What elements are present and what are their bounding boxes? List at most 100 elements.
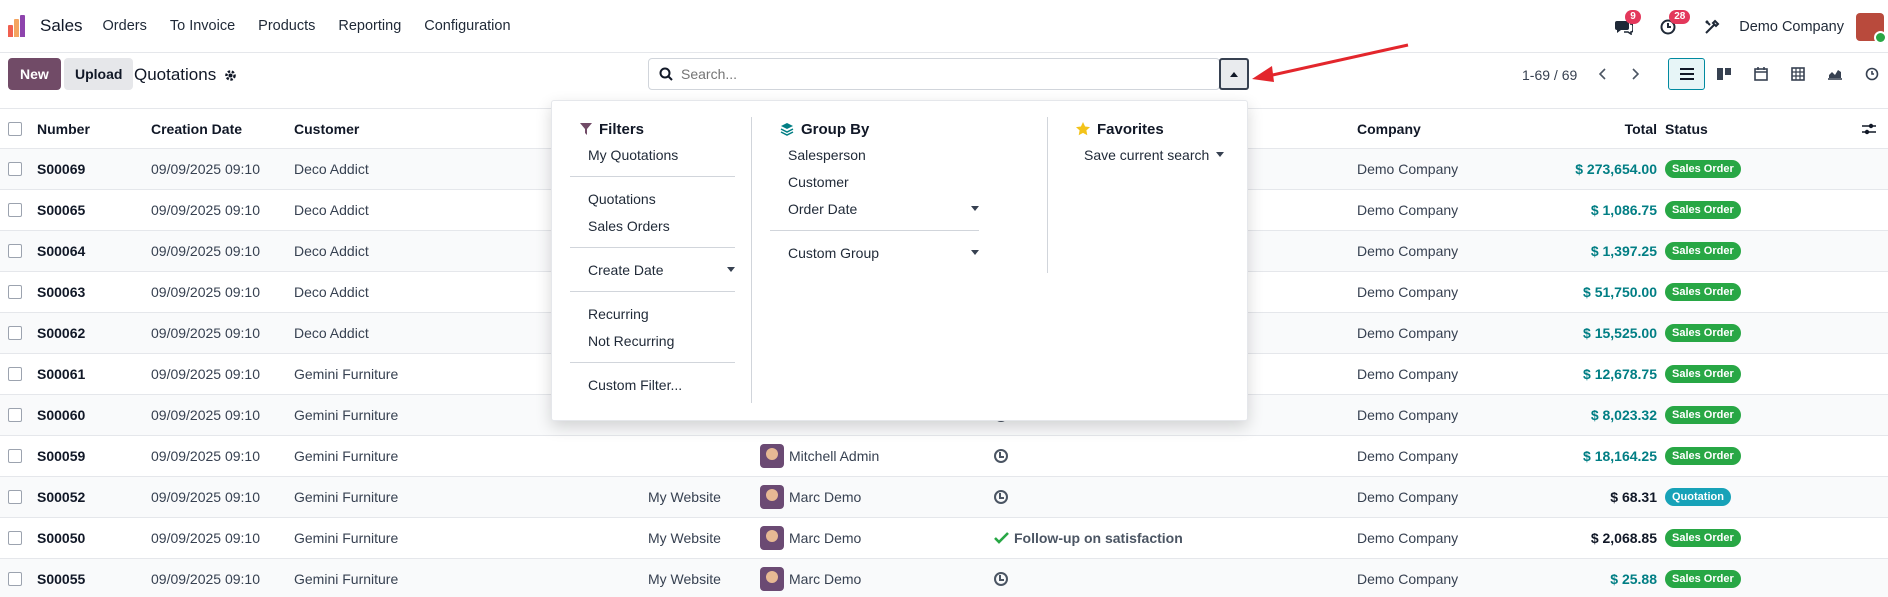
col-total[interactable]: Total bbox=[1560, 109, 1657, 149]
filter-not-recurring[interactable]: Not Recurring bbox=[588, 327, 735, 354]
gear-icon[interactable] bbox=[224, 69, 237, 82]
save-current-search-label: Save current search bbox=[1084, 146, 1210, 163]
row-checkbox[interactable] bbox=[8, 449, 22, 463]
view-kanban-button[interactable] bbox=[1705, 58, 1742, 90]
pager-next[interactable] bbox=[1624, 63, 1646, 85]
col-company[interactable]: Company bbox=[1357, 109, 1421, 149]
pager-previous[interactable] bbox=[1592, 63, 1614, 85]
col-creation-date[interactable]: Creation Date bbox=[151, 109, 242, 149]
customer-name: Deco Addict bbox=[294, 284, 369, 300]
star-icon bbox=[1076, 122, 1090, 136]
user-avatar[interactable] bbox=[1856, 12, 1887, 44]
company-name: Demo Company bbox=[1357, 243, 1459, 259]
customer-name: Deco Addict bbox=[294, 325, 369, 341]
status-badge: Quotation bbox=[1665, 488, 1731, 506]
sales-app-icon[interactable] bbox=[8, 15, 30, 37]
new-button[interactable]: New bbox=[8, 58, 61, 90]
col-number[interactable]: Number bbox=[37, 109, 90, 149]
table-row[interactable]: S00050 09/09/2025 09:10 Gemini Furniture My… bbox=[0, 518, 1888, 559]
row-checkbox[interactable] bbox=[8, 326, 22, 340]
messages-button[interactable]: 9 bbox=[1613, 9, 1641, 38]
view-list-button[interactable] bbox=[1668, 58, 1705, 90]
filter-quotations[interactable]: Quotations bbox=[588, 185, 735, 212]
upload-button[interactable]: Upload bbox=[64, 58, 134, 90]
order-number: S00059 bbox=[37, 448, 86, 464]
order-number: S00060 bbox=[37, 407, 86, 423]
groupby-section: Group By Salesperson Customer Order Date… bbox=[770, 117, 979, 266]
view-graph-button[interactable] bbox=[1816, 58, 1853, 90]
favorites-section: Favorites Save current search bbox=[1076, 117, 1224, 168]
select-all-checkbox[interactable] bbox=[8, 122, 22, 136]
customer-name: Gemini Furniture bbox=[294, 571, 399, 587]
menu-configuration[interactable]: Configuration bbox=[424, 18, 510, 34]
row-checkbox[interactable] bbox=[8, 162, 22, 176]
divider bbox=[570, 176, 735, 177]
check-icon bbox=[994, 532, 1009, 544]
salesperson-name: Marc Demo bbox=[789, 489, 862, 505]
company-switcher[interactable]: Demo Company bbox=[1739, 19, 1844, 35]
col-status[interactable]: Status bbox=[1665, 109, 1708, 149]
creation-date: 09/09/2025 09:10 bbox=[151, 571, 260, 587]
activity-clock-icon[interactable] bbox=[994, 572, 1008, 586]
debug-tools-button[interactable] bbox=[1701, 16, 1723, 38]
row-checkbox[interactable] bbox=[8, 572, 22, 586]
order-number: S00062 bbox=[37, 325, 86, 341]
add-custom-group[interactable]: Custom Group bbox=[788, 239, 979, 266]
company-name: Demo Company bbox=[1357, 284, 1459, 300]
filter-create-date[interactable]: Create Date bbox=[588, 256, 735, 283]
messages-badge: 9 bbox=[1625, 9, 1641, 24]
website-name: My Website bbox=[648, 530, 721, 546]
activity-clock-icon[interactable] bbox=[994, 449, 1008, 463]
groupby-order-date[interactable]: Order Date bbox=[788, 195, 979, 222]
table-row[interactable]: S00052 09/09/2025 09:10 Gemini Furniture My… bbox=[0, 477, 1888, 518]
save-current-search[interactable]: Save current search bbox=[1084, 141, 1224, 168]
filter-recurring[interactable]: Recurring bbox=[588, 300, 735, 327]
menu-to-invoice[interactable]: To Invoice bbox=[170, 18, 235, 34]
graph-icon bbox=[1827, 70, 1842, 80]
view-pivot-button[interactable] bbox=[1779, 58, 1816, 90]
row-checkbox[interactable] bbox=[8, 203, 22, 217]
annotation-arrow bbox=[1252, 43, 1409, 82]
row-checkbox[interactable] bbox=[8, 531, 22, 545]
optional-columns-icon[interactable] bbox=[1862, 123, 1876, 135]
filter-sales-orders[interactable]: Sales Orders bbox=[588, 212, 735, 239]
search-options-toggle[interactable] bbox=[1219, 58, 1249, 90]
customer-name: Deco Addict bbox=[294, 202, 369, 218]
filter-my-quotations[interactable]: My Quotations bbox=[588, 141, 735, 168]
status-badge: Sales Order bbox=[1665, 406, 1741, 424]
row-checkbox[interactable] bbox=[8, 408, 22, 422]
creation-date: 09/09/2025 09:10 bbox=[151, 407, 260, 423]
activities-button[interactable]: 28 bbox=[1657, 9, 1691, 38]
row-checkbox[interactable] bbox=[8, 490, 22, 504]
pager-value[interactable]: 1-69 / 69 bbox=[1522, 67, 1577, 83]
groupby-customer[interactable]: Customer bbox=[788, 168, 979, 195]
app-name[interactable]: Sales bbox=[40, 16, 83, 36]
divider bbox=[570, 247, 735, 248]
order-number: S00069 bbox=[37, 161, 86, 177]
custom-filter-link[interactable]: Custom Filter... bbox=[588, 371, 735, 398]
menu-orders[interactable]: Orders bbox=[103, 18, 147, 34]
salesperson-cell: Marc Demo bbox=[760, 559, 861, 597]
search-input[interactable] bbox=[681, 66, 1219, 82]
activity-cell[interactable]: Follow-up on satisfaction bbox=[994, 518, 1183, 558]
row-checkbox[interactable] bbox=[8, 367, 22, 381]
menu-products[interactable]: Products bbox=[258, 18, 315, 34]
company-name: Demo Company bbox=[1357, 366, 1459, 382]
view-activity-button[interactable] bbox=[1853, 58, 1888, 90]
search-bar[interactable] bbox=[648, 58, 1220, 90]
col-customer[interactable]: Customer bbox=[294, 109, 359, 149]
table-row[interactable]: S00055 09/09/2025 09:10 Gemini Furniture My… bbox=[0, 559, 1888, 597]
salesperson-cell: Marc Demo bbox=[760, 477, 861, 517]
total-amount: $ 15,525.00 bbox=[1583, 325, 1657, 341]
activity-clock-icon[interactable] bbox=[994, 490, 1008, 504]
company-name: Demo Company bbox=[1357, 325, 1459, 341]
row-checkbox[interactable] bbox=[8, 285, 22, 299]
status-badge: Sales Order bbox=[1665, 570, 1741, 588]
row-checkbox[interactable] bbox=[8, 244, 22, 258]
menu-reporting[interactable]: Reporting bbox=[338, 18, 401, 34]
table-row[interactable]: S00059 09/09/2025 09:10 Gemini Furniture Mi… bbox=[0, 436, 1888, 477]
company-name: Demo Company bbox=[1357, 407, 1459, 423]
search-panel-dropdown: Filters My Quotations Quotations Sales O… bbox=[551, 100, 1248, 421]
view-calendar-button[interactable] bbox=[1742, 58, 1779, 90]
groupby-salesperson[interactable]: Salesperson bbox=[788, 141, 979, 168]
